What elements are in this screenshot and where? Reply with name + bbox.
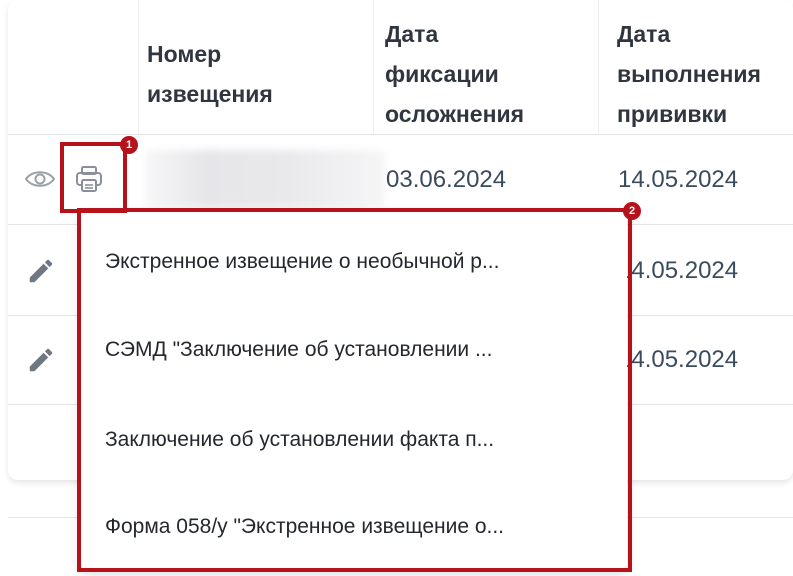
header-notice-number[interactable]: Номер извещения bbox=[147, 34, 273, 114]
header-vaccination-date[interactable]: Дата выполнения прививки bbox=[617, 14, 761, 134]
callout-frame-print-menu bbox=[77, 208, 632, 572]
vaccination-date-cell: 14.05.2024 bbox=[618, 346, 739, 373]
header-vaccination-date-line1: Дата bbox=[617, 21, 671, 47]
header-notice-number-line1: Номер bbox=[147, 41, 222, 67]
vaccination-date-cell: 14.05.2024 bbox=[618, 166, 739, 193]
callout-badge-1: 1 bbox=[120, 136, 138, 154]
header-vaccination-date-line2: выполнения bbox=[617, 61, 761, 87]
header-vaccination-date-line3: прививки bbox=[617, 101, 728, 127]
fixation-date-cell: 03.06.2024 bbox=[386, 166, 507, 193]
header-fixation-date-line3: осложнения bbox=[385, 101, 525, 127]
header-fixation-date-line1: Дата bbox=[385, 21, 439, 47]
notice-number-cell-redacted bbox=[145, 150, 385, 208]
eye-icon[interactable] bbox=[24, 167, 56, 191]
pencil-icon[interactable] bbox=[26, 345, 56, 375]
column-divider bbox=[373, 0, 374, 134]
header-fixation-date[interactable]: Дата фиксации осложнения bbox=[385, 14, 524, 134]
header-fixation-date-line2: фиксации bbox=[385, 61, 499, 87]
callout-badge-2: 2 bbox=[623, 202, 641, 220]
vaccination-date-cell: 14.05.2024 bbox=[618, 257, 739, 284]
column-divider bbox=[598, 0, 599, 134]
column-divider bbox=[138, 0, 139, 134]
header-divider bbox=[8, 134, 793, 135]
header-notice-number-line2: извещения bbox=[147, 81, 273, 107]
callout-frame-print-button bbox=[60, 142, 127, 213]
pencil-icon[interactable] bbox=[26, 256, 56, 286]
